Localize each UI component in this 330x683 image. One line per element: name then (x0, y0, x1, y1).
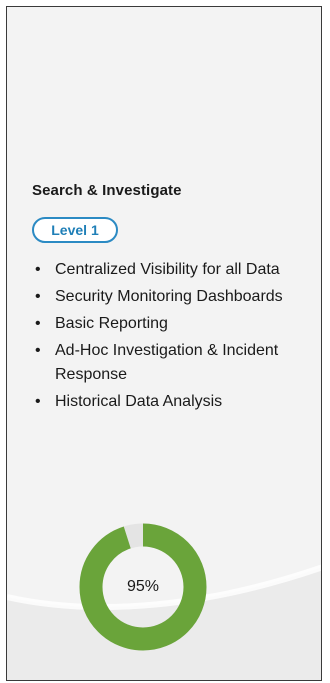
feature-label: Centralized Visibility for all Data (55, 261, 280, 278)
level-card: Search & Investigate Level 1 • Centraliz… (6, 6, 322, 681)
bullet-icon: • (35, 315, 41, 332)
bullet-icon: • (35, 342, 41, 359)
progress-label: 95% (126, 578, 160, 595)
feature-label: Ad-Hoc Investigation & Incident Response (55, 342, 279, 383)
feature-label: Historical Data Analysis (55, 393, 223, 410)
feature-list: • Centralized Visibility for all Data • … (31, 258, 299, 417)
feature-label: Basic Reporting (55, 315, 168, 332)
feature-label: Security Monitoring Dashboards (55, 288, 283, 305)
bullet-icon: • (35, 288, 41, 305)
feature-item: • Basic Reporting (31, 312, 299, 336)
card-title: Search & Investigate (32, 182, 182, 199)
feature-item: • Ad-Hoc Investigation & Incident Respon… (31, 339, 299, 387)
feature-item: • Security Monitoring Dashboards (31, 285, 299, 309)
bullet-icon: • (35, 261, 41, 278)
feature-item: • Historical Data Analysis (31, 390, 299, 414)
feature-item: • Centralized Visibility for all Data (31, 258, 299, 282)
bullet-icon: • (35, 393, 41, 410)
level-badge: Level 1 (32, 217, 118, 243)
